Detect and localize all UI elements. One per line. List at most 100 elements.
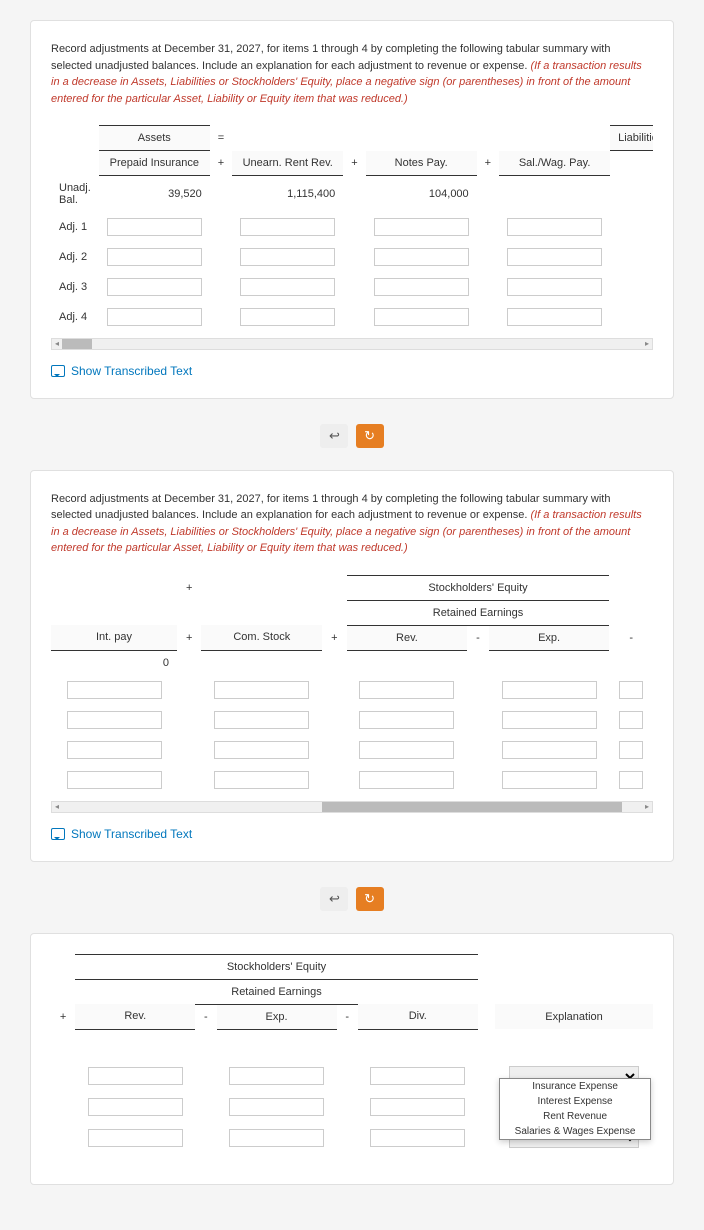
history-buttons-2: ↩ ↻ <box>30 887 674 911</box>
input-t3r2-rev[interactable] <box>88 1098 183 1116</box>
dropdown-option[interactable]: Interest Expense <box>500 1094 650 1109</box>
input-r2-exp[interactable] <box>502 711 597 729</box>
scroll-thumb[interactable] <box>62 339 92 349</box>
op-plus: + <box>210 151 232 176</box>
show-transcribed-button-2[interactable]: Show Transcribed Text <box>51 827 653 841</box>
comment-icon <box>51 365 65 377</box>
input-r1-rev[interactable] <box>359 681 454 699</box>
row-adj2: Adj. 2 <box>51 242 99 272</box>
table1: Assets = Liabilities Prepaid Insurance +… <box>51 125 653 332</box>
table2: + Stockholders' Equity Retained Earnings… <box>51 575 653 795</box>
row-unadj: Unadj. Bal. <box>51 176 99 212</box>
redo-button[interactable]: ↻ <box>356 424 384 448</box>
undo-button[interactable]: ↩ <box>320 424 348 448</box>
comment-icon <box>51 828 65 840</box>
val-unearn: 1,115,400 <box>232 176 343 212</box>
table-row <box>51 735 653 765</box>
table-row: Adj. 4 <box>51 302 653 332</box>
op-plus-3: + <box>477 151 499 176</box>
input-t3r1-exp[interactable] <box>229 1067 324 1085</box>
dropdown-option[interactable]: Salaries & Wages Expense <box>500 1124 650 1139</box>
input-adj2-notes[interactable] <box>374 248 469 266</box>
hdr-se: Stockholders' Equity <box>347 575 610 600</box>
dropdown-option[interactable]: Insurance Expense <box>500 1079 650 1094</box>
input-adj1-unearn[interactable] <box>240 218 335 236</box>
col-exp: Exp. <box>489 625 610 650</box>
input-t3r3-div[interactable] <box>370 1129 465 1147</box>
input-r3-intpay[interactable] <box>67 741 162 759</box>
scroll-thumb[interactable] <box>322 802 622 812</box>
val-prepaid: 39,520 <box>99 176 210 212</box>
input-adj4-prepaid[interactable] <box>107 308 202 326</box>
input-adj2-unearn[interactable] <box>240 248 335 266</box>
input-adj1-sal[interactable] <box>507 218 602 236</box>
col-notes: Notes Pay. <box>366 151 477 176</box>
scroll-right-icon[interactable]: ▸ <box>642 339 652 349</box>
input-r3-rev[interactable] <box>359 741 454 759</box>
redo-button-2[interactable]: ↻ <box>356 887 384 911</box>
explanation-dropdown[interactable]: Insurance Expense Interest Expense Rent … <box>499 1078 651 1140</box>
input-r4-extra[interactable] <box>619 771 643 789</box>
input-adj4-sal[interactable] <box>507 308 602 326</box>
op-plus-2: + <box>343 151 365 176</box>
input-r1-exp[interactable] <box>502 681 597 699</box>
input-t3r1-rev[interactable] <box>88 1067 183 1085</box>
input-r4-exp[interactable] <box>502 771 597 789</box>
input-adj1-notes[interactable] <box>374 218 469 236</box>
input-r3-extra[interactable] <box>619 741 643 759</box>
input-adj1-prepaid[interactable] <box>107 218 202 236</box>
col-div-3: Div. <box>358 1004 478 1029</box>
input-r4-rev[interactable] <box>359 771 454 789</box>
input-adj2-sal[interactable] <box>507 248 602 266</box>
input-r4-com[interactable] <box>214 771 309 789</box>
dropdown-option[interactable]: Rent Revenue <box>500 1109 650 1124</box>
input-r3-com[interactable] <box>214 741 309 759</box>
table-row <box>51 765 653 795</box>
input-r1-extra[interactable] <box>619 681 643 699</box>
table3: Stockholders' Equity Retained Earnings +… <box>51 954 653 1154</box>
input-r2-rev[interactable] <box>359 711 454 729</box>
hscrollbar-1[interactable]: ◂ ▸ <box>51 338 653 350</box>
table-row: Adj. 3 <box>51 272 653 302</box>
input-adj2-prepaid[interactable] <box>107 248 202 266</box>
col-prepaid: Prepaid Insurance <box>99 151 210 176</box>
show-transcribed-button-1[interactable]: Show Transcribed Text <box>51 364 653 378</box>
input-r1-com[interactable] <box>214 681 309 699</box>
table-row <box>51 705 653 735</box>
input-r1-intpay[interactable] <box>67 681 162 699</box>
problem-text-2: Record adjustments at December 31, 2027,… <box>51 491 653 557</box>
col-expl: Explanation <box>495 1004 653 1029</box>
input-r4-intpay[interactable] <box>67 771 162 789</box>
op-minus-2: - <box>609 625 653 650</box>
input-adj3-notes[interactable] <box>374 278 469 296</box>
input-adj3-sal[interactable] <box>507 278 602 296</box>
input-r2-extra[interactable] <box>619 711 643 729</box>
input-t3r1-div[interactable] <box>370 1067 465 1085</box>
table1-scroll[interactable]: Assets = Liabilities Prepaid Insurance +… <box>51 125 653 350</box>
show-transcribed-label-2: Show Transcribed Text <box>71 827 192 841</box>
undo-button-2[interactable]: ↩ <box>320 887 348 911</box>
input-t3r2-exp[interactable] <box>229 1098 324 1116</box>
input-adj4-notes[interactable] <box>374 308 469 326</box>
hscrollbar-2[interactable]: ◂ ▸ <box>51 801 653 813</box>
problem-intro-2: Record adjustments at December 31, 2027,… <box>51 493 610 522</box>
op-plus-c3: + <box>322 625 346 650</box>
input-adj4-unearn[interactable] <box>240 308 335 326</box>
input-r3-exp[interactable] <box>502 741 597 759</box>
row-adj3: Adj. 3 <box>51 272 99 302</box>
scroll-left-icon[interactable]: ◂ <box>52 339 62 349</box>
input-adj3-prepaid[interactable] <box>107 278 202 296</box>
scroll-left-icon[interactable]: ◂ <box>52 802 62 812</box>
input-t3r3-rev[interactable] <box>88 1129 183 1147</box>
op-plus: + <box>177 575 201 600</box>
input-r2-intpay[interactable] <box>67 711 162 729</box>
table2-scroll[interactable]: + Stockholders' Equity Retained Earnings… <box>51 575 653 813</box>
input-t3r2-div[interactable] <box>370 1098 465 1116</box>
col-exp-3: Exp. <box>217 1004 337 1029</box>
input-adj3-unearn[interactable] <box>240 278 335 296</box>
hdr-liab: Liabilities <box>610 126 653 151</box>
table-row: Adj. 1 <box>51 212 653 242</box>
input-t3r3-exp[interactable] <box>229 1129 324 1147</box>
scroll-right-icon[interactable]: ▸ <box>642 802 652 812</box>
input-r2-com[interactable] <box>214 711 309 729</box>
